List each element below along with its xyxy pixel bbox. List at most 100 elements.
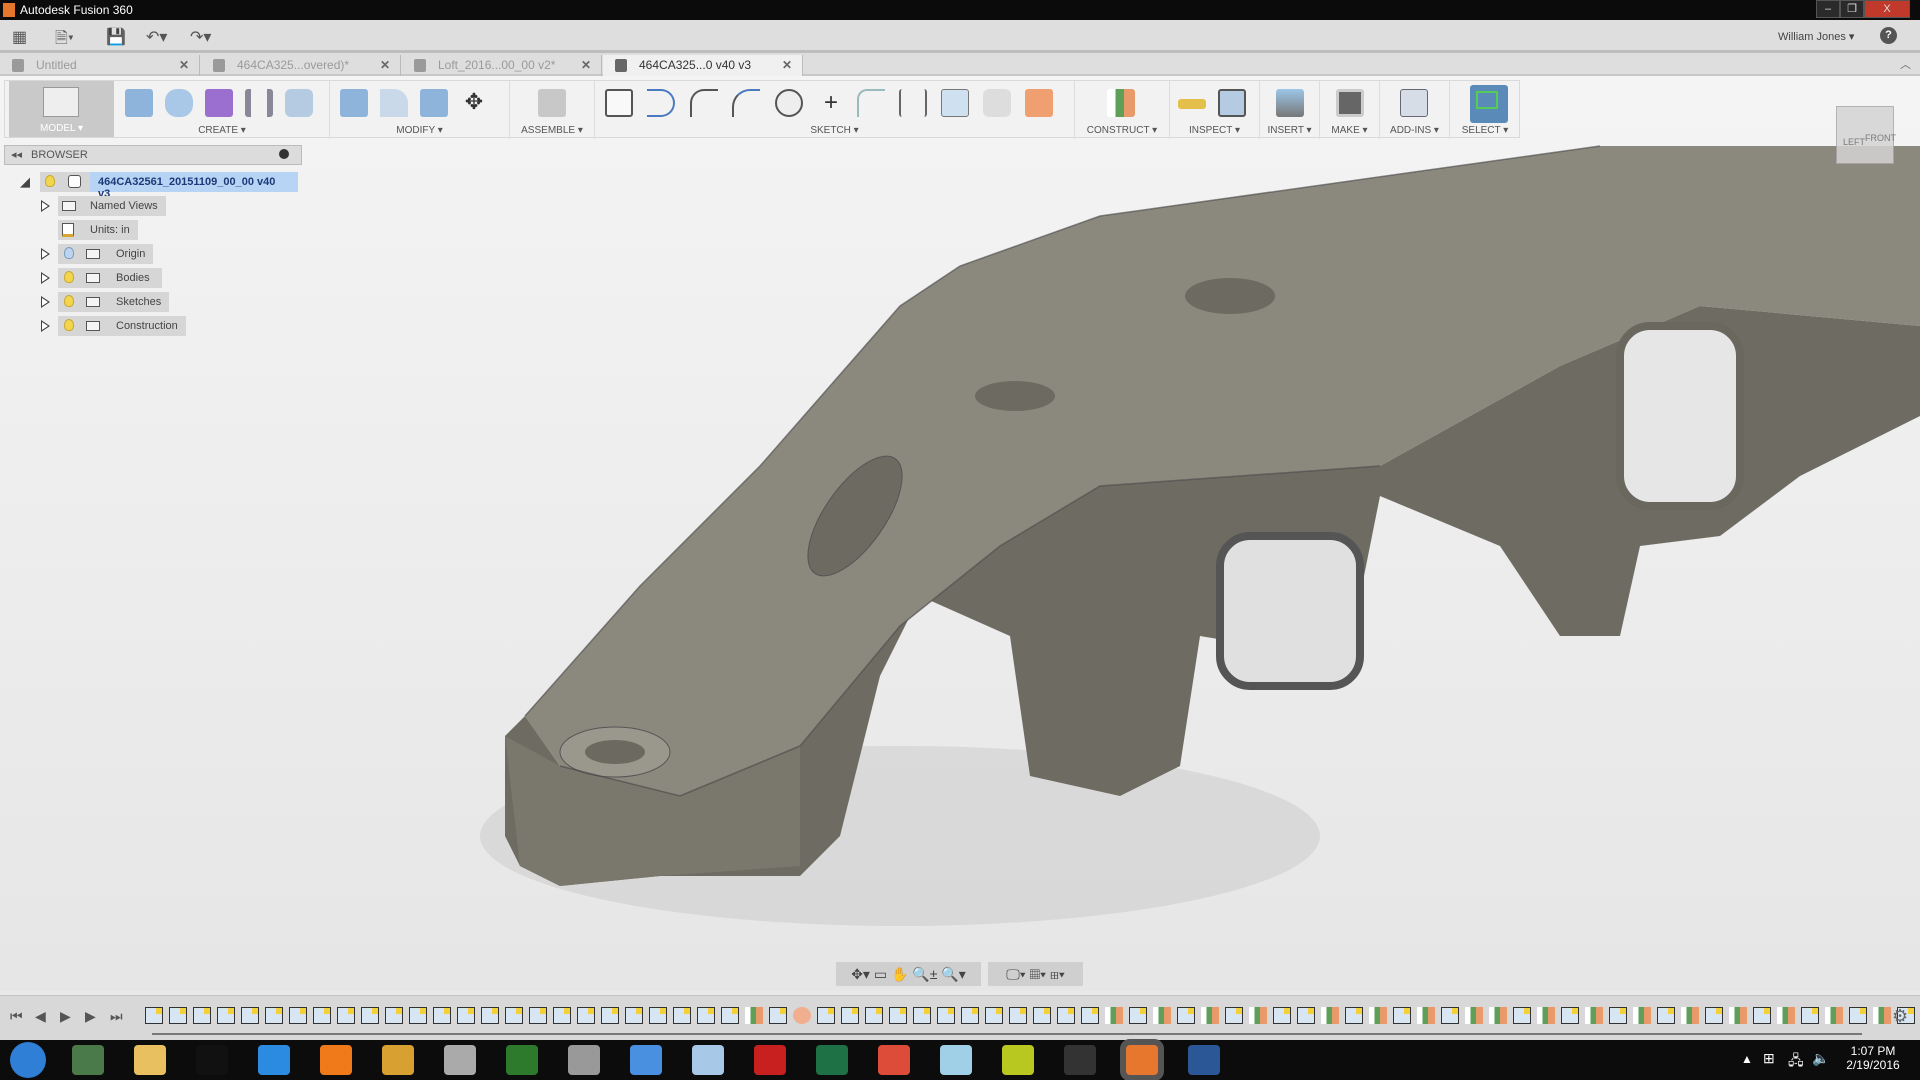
combine-icon[interactable] bbox=[420, 89, 448, 117]
insert-image-icon[interactable] bbox=[1276, 89, 1304, 117]
insert-menu[interactable]: INSERT ▾ bbox=[1260, 125, 1319, 136]
camera-app-taskbar-icon[interactable] bbox=[1064, 1045, 1096, 1075]
sketch-feature-icon[interactable] bbox=[169, 1007, 187, 1024]
add-ins-menu[interactable]: ADD-INS ▾ bbox=[1380, 125, 1449, 136]
airplane-blue-app-taskbar-icon[interactable] bbox=[630, 1045, 662, 1075]
construction-plane-feature-icon[interactable] bbox=[1417, 1007, 1435, 1024]
sketch-feature-icon[interactable] bbox=[505, 1007, 523, 1024]
sketch-feature-icon[interactable] bbox=[649, 1007, 667, 1024]
modify-menu[interactable]: MODIFY ▾ bbox=[330, 125, 509, 136]
sketch-feature-icon[interactable] bbox=[577, 1007, 595, 1024]
undo-icon[interactable]: ↶▾ bbox=[146, 27, 167, 47]
sketch-feature-icon[interactable] bbox=[1705, 1007, 1723, 1024]
display-settings-icon[interactable]: 🖵▾ bbox=[1006, 966, 1025, 982]
sketch-feature-icon[interactable] bbox=[865, 1007, 883, 1024]
spline-icon[interactable] bbox=[732, 89, 760, 117]
play-icon[interactable]: ▶ bbox=[85, 1008, 96, 1025]
construct-group[interactable]: CONSTRUCT ▾ bbox=[1075, 81, 1170, 139]
sketch-feature-icon[interactable] bbox=[193, 1007, 211, 1024]
sketch-feature-icon[interactable] bbox=[985, 1007, 1003, 1024]
sketch-feature-icon[interactable] bbox=[889, 1007, 907, 1024]
close-tab-icon[interactable]: ✕ bbox=[179, 58, 189, 72]
select-icon[interactable] bbox=[1470, 85, 1508, 123]
browser-item-sketches[interactable]: Sketches bbox=[0, 292, 310, 312]
sketch-feature-icon[interactable] bbox=[1177, 1007, 1195, 1024]
excel-taskbar-icon[interactable] bbox=[816, 1045, 848, 1075]
fillet-icon[interactable] bbox=[380, 89, 408, 117]
sketch-group[interactable]: + SKETCH ▾ bbox=[595, 81, 1075, 139]
construction-plane-feature-icon[interactable] bbox=[1873, 1007, 1891, 1024]
expand-triangle-icon[interactable] bbox=[41, 296, 50, 308]
sketch-feature-icon[interactable] bbox=[1009, 1007, 1027, 1024]
construction-plane-feature-icon[interactable] bbox=[1585, 1007, 1603, 1024]
inspect-group[interactable]: INSPECT ▾ bbox=[1170, 81, 1260, 139]
feature-icon[interactable] bbox=[793, 1007, 811, 1024]
sketch-feature-icon[interactable] bbox=[433, 1007, 451, 1024]
solitaire-taskbar-icon[interactable] bbox=[382, 1045, 414, 1075]
paper-app-taskbar-icon[interactable] bbox=[940, 1045, 972, 1075]
pan-hand-icon[interactable]: ✋ bbox=[891, 966, 908, 982]
user-menu[interactable]: William Jones ▾ bbox=[1778, 30, 1854, 43]
select-menu[interactable]: SELECT ▾ bbox=[1450, 125, 1520, 136]
browser-item-named-views[interactable]: Named Views bbox=[0, 196, 310, 216]
calculator-taskbar-icon[interactable] bbox=[692, 1045, 724, 1075]
visibility-bulb-off-icon[interactable] bbox=[64, 247, 74, 259]
measure-icon[interactable] bbox=[1178, 99, 1206, 109]
construction-plane-feature-icon[interactable] bbox=[1489, 1007, 1507, 1024]
sketch-feature-icon[interactable] bbox=[145, 1007, 163, 1024]
internet-explorer-taskbar-icon[interactable] bbox=[258, 1045, 290, 1075]
root-component-label[interactable]: 464CA32561_20151109_00_00 v40 v3 bbox=[90, 172, 298, 200]
scripts-addins-icon[interactable] bbox=[1400, 89, 1428, 117]
minimize-button[interactable]: – bbox=[1816, 0, 1840, 18]
sketch-feature-icon[interactable] bbox=[1801, 1007, 1819, 1024]
project-icon[interactable] bbox=[941, 89, 969, 117]
construction-plane-feature-icon[interactable] bbox=[1537, 1007, 1555, 1024]
step-back-icon[interactable]: ◀ bbox=[35, 1008, 46, 1025]
browser-item-bodies[interactable]: Bodies bbox=[0, 268, 310, 288]
construction-plane-feature-icon[interactable] bbox=[1777, 1007, 1795, 1024]
lightning-app-taskbar-icon[interactable] bbox=[1002, 1045, 1034, 1075]
collapse-browser-icon[interactable]: ◂◂ bbox=[11, 148, 22, 161]
add-ins-group[interactable]: ADD-INS ▾ bbox=[1380, 81, 1450, 139]
sketch-feature-icon[interactable] bbox=[1057, 1007, 1075, 1024]
construction-plane-feature-icon[interactable] bbox=[1729, 1007, 1747, 1024]
construction-plane-feature-icon[interactable] bbox=[745, 1007, 763, 1024]
timeline-track[interactable] bbox=[152, 1033, 1862, 1035]
sketch-feature-icon[interactable] bbox=[409, 1007, 427, 1024]
close-tab-icon[interactable]: ✕ bbox=[581, 58, 591, 72]
sketch-feature-icon[interactable] bbox=[1849, 1007, 1867, 1024]
fit-icon[interactable]: 🔍▾ bbox=[941, 966, 965, 982]
expand-triangle-icon[interactable] bbox=[41, 320, 50, 332]
visibility-bulb-icon[interactable] bbox=[64, 271, 74, 283]
media-player-taskbar-icon[interactable] bbox=[320, 1045, 352, 1075]
pin-icon[interactable] bbox=[279, 149, 289, 159]
command-prompt-taskbar-icon[interactable] bbox=[196, 1045, 228, 1075]
assemble-group[interactable]: ASSEMBLE ▾ bbox=[510, 81, 595, 139]
expanded-triangle-icon[interactable]: ◢ bbox=[20, 174, 30, 190]
stop-sketch-icon[interactable] bbox=[1025, 89, 1053, 117]
sketch-feature-icon[interactable] bbox=[1441, 1007, 1459, 1024]
step-forward-icon[interactable]: ▶ bbox=[60, 1008, 71, 1025]
show-hidden-icons[interactable]: ▲ bbox=[1741, 1052, 1753, 1066]
move-icon[interactable]: ✥ bbox=[460, 89, 488, 117]
sketch-feature-icon[interactable] bbox=[841, 1007, 859, 1024]
file-menu-icon[interactable]: 🗎▾ bbox=[55, 27, 74, 54]
visibility-bulb-icon[interactable] bbox=[45, 175, 55, 187]
chess-taskbar-icon[interactable] bbox=[444, 1045, 476, 1075]
construction-plane-feature-icon[interactable] bbox=[1369, 1007, 1387, 1024]
cylinder-icon[interactable] bbox=[165, 89, 193, 117]
expand-triangle-icon[interactable] bbox=[41, 248, 50, 260]
sketch-feature-icon[interactable] bbox=[241, 1007, 259, 1024]
visibility-bulb-icon[interactable] bbox=[64, 295, 74, 307]
construction-plane-feature-icon[interactable] bbox=[1201, 1007, 1219, 1024]
close-tab-icon[interactable]: ✕ bbox=[782, 58, 792, 72]
restore-button[interactable]: ❐ bbox=[1840, 0, 1864, 18]
volume-icon[interactable]: 🔈 bbox=[1812, 1050, 1829, 1067]
offset-icon[interactable] bbox=[983, 89, 1011, 117]
sketch-feature-icon[interactable] bbox=[673, 1007, 691, 1024]
construct-plane-icon[interactable] bbox=[1107, 89, 1135, 117]
sketch-feature-icon[interactable] bbox=[289, 1007, 307, 1024]
browser-item-units[interactable]: Units: in bbox=[0, 220, 310, 240]
form-icon[interactable] bbox=[205, 89, 233, 117]
chrome-taskbar-icon[interactable] bbox=[878, 1045, 910, 1075]
